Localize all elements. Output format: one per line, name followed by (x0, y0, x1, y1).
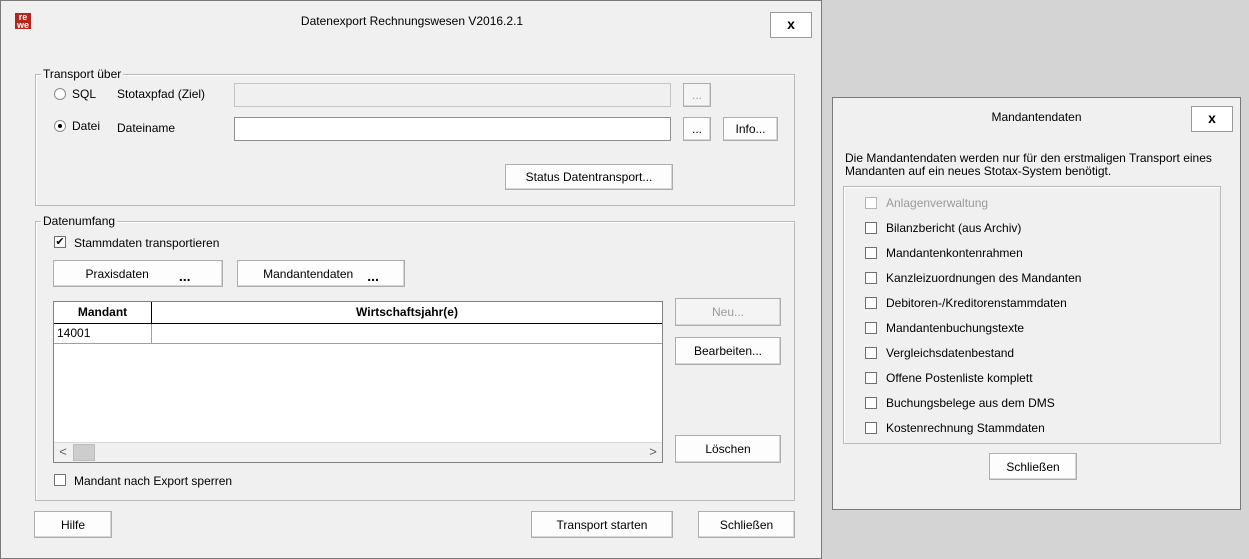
mandant-item-checkbox[interactable] (865, 322, 877, 334)
table-cell-wirtschaftsjahr[interactable] (152, 324, 662, 344)
main-close-button[interactable]: x (770, 12, 812, 38)
client-table[interactable]: Mandant Wirtschaftsjahr(e) 14001 < > (53, 301, 663, 463)
mandant-item-label[interactable]: Vergleichsdatenbestand (886, 346, 1014, 360)
mandant-close-dialog-button[interactable]: Schließen (989, 453, 1077, 480)
info-button[interactable]: Info... (723, 117, 778, 141)
mandant-item-label[interactable]: Kostenrechnung Stammdaten (886, 421, 1045, 435)
lock-client-label[interactable]: Mandant nach Export sperren (74, 474, 232, 488)
status-transport-button[interactable]: Status Datentransport... (505, 164, 673, 190)
file-name-input[interactable] (234, 117, 671, 141)
transport-group-label: Transport über (41, 67, 124, 81)
main-window: re we Datenexport Rechnungswesen V2016.2… (0, 0, 822, 559)
file-radio-label[interactable]: Datei (72, 119, 100, 133)
sql-path-label: Stotaxpfad (Ziel) (117, 87, 206, 101)
table-hscrollbar[interactable]: < > (54, 442, 662, 462)
mandant-item-checkbox[interactable] (865, 222, 877, 234)
lock-client-checkbox[interactable] (54, 474, 66, 486)
help-button[interactable]: Hilfe (34, 511, 112, 538)
file-name-label: Dateiname (117, 121, 176, 135)
practice-data-label: Praxisdaten (85, 266, 149, 281)
mandant-item-checkbox[interactable] (865, 247, 877, 259)
sql-path-input[interactable] (234, 83, 671, 107)
sql-radio[interactable] (54, 88, 66, 100)
file-radio[interactable] (54, 120, 66, 132)
client-data-label: Mandantendaten (263, 266, 354, 281)
mandant-item-checkbox[interactable] (865, 297, 877, 309)
mandant-item-label[interactable]: Mandantenkontenrahmen (886, 246, 1023, 260)
scroll-left-icon[interactable]: < (54, 443, 72, 462)
practice-data-ellipsis: ... (178, 267, 191, 284)
mandant-description: Die Mandantendaten werden nur für den er… (845, 151, 1212, 178)
mandant-item-label[interactable]: Buchungsbelege aus dem DMS (886, 396, 1055, 410)
mandant-item-checkbox[interactable] (865, 422, 877, 434)
column-header-mandant[interactable]: Mandant (54, 302, 152, 324)
mandant-window: Mandantendaten x Die Mandantendaten werd… (832, 97, 1241, 510)
mandant-window-title: Mandantendaten (991, 110, 1082, 124)
practice-data-button[interactable]: Praxisdaten ... (53, 260, 223, 287)
start-transport-button[interactable]: Transport starten (531, 511, 673, 538)
edit-button[interactable]: Bearbeiten... (675, 337, 781, 365)
mandant-close-button[interactable]: x (1191, 106, 1233, 132)
delete-button[interactable]: Löschen (675, 435, 781, 463)
mandant-item-checkbox (865, 197, 877, 209)
mandant-item-label[interactable]: Debitoren-/Kreditorenstammdaten (886, 296, 1067, 310)
scope-group-label: Datenumfang (41, 214, 118, 228)
mandant-item-label[interactable]: Offene Postenliste komplett (886, 371, 1033, 385)
mandant-item-label[interactable]: Mandantenbuchungstexte (886, 321, 1024, 335)
table-cell-mandant[interactable]: 14001 (54, 324, 152, 344)
master-data-checkbox[interactable]: ✔ (54, 236, 66, 248)
mandant-item-checkbox[interactable] (865, 272, 877, 284)
scroll-right-icon[interactable]: > (644, 443, 662, 462)
new-button[interactable]: Neu... (675, 298, 781, 326)
sql-browse-button[interactable]: ... (683, 83, 711, 107)
mandant-item-checkbox[interactable] (865, 397, 877, 409)
client-data-button[interactable]: Mandantendaten ... (237, 260, 405, 287)
mandant-item-checkbox[interactable] (865, 347, 877, 359)
master-data-label[interactable]: Stammdaten transportieren (74, 236, 219, 250)
client-data-ellipsis: ... (367, 267, 379, 284)
mandant-item-label[interactable]: Bilanzbericht (aus Archiv) (886, 221, 1021, 235)
column-header-wirtschaftsjahr[interactable]: Wirtschaftsjahr(e) (152, 302, 662, 324)
mandant-item-checkbox[interactable] (865, 372, 877, 384)
file-browse-button[interactable]: ... (683, 117, 711, 141)
mandant-item-label: Anlagenverwaltung (886, 196, 989, 210)
scroll-thumb[interactable] (73, 444, 95, 461)
main-window-title: Datenexport Rechnungswesen V2016.2.1 (300, 14, 524, 28)
sql-radio-label[interactable]: SQL (72, 87, 96, 101)
mandant-item-label[interactable]: Kanzleizuordnungen des Mandanten (886, 271, 1081, 285)
main-close-dialog-button[interactable]: Schließen (698, 511, 795, 538)
